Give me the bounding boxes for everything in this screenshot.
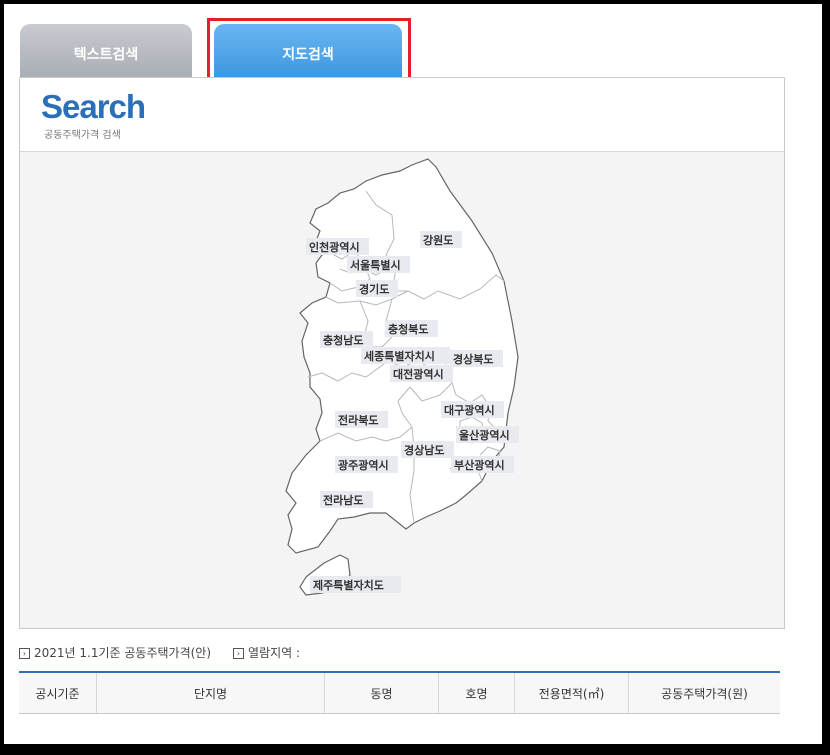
- svg-text:충청북도: 충청북도: [388, 322, 428, 336]
- svg-text:대전광역시: 대전광역시: [393, 367, 444, 381]
- svg-text:경기도: 경기도: [359, 282, 389, 296]
- region-gwangju[interactable]: 광주광역시: [335, 456, 398, 473]
- svg-text:서울특별시: 서울특별시: [350, 258, 401, 272]
- col-area: 전용면적(㎡): [515, 673, 629, 713]
- svg-text:경상북도: 경상북도: [453, 352, 493, 366]
- area-info: › 열람지역 :: [233, 644, 300, 661]
- region-chungnam[interactable]: 충청남도: [320, 331, 373, 348]
- col-building: 동명: [325, 673, 439, 713]
- region-incheon[interactable]: 인천광역시: [306, 238, 369, 255]
- region-jeonnam[interactable]: 전라남도: [320, 491, 373, 508]
- region-gangwon[interactable]: 강원도: [420, 231, 462, 248]
- region-jeju[interactable]: 제주특별자치도: [310, 576, 401, 593]
- svg-text:광주광역시: 광주광역시: [338, 458, 389, 472]
- region-busan[interactable]: 부산광역시: [451, 456, 514, 473]
- basis-text: 2021년 1.1기준 공동주택가격(안): [34, 646, 212, 660]
- svg-text:경상남도: 경상남도: [404, 443, 444, 457]
- region-chungbuk[interactable]: 충청북도: [385, 320, 438, 337]
- search-logo: Search: [41, 88, 146, 125]
- svg-text:전라북도: 전라북도: [338, 413, 378, 427]
- region-gyeongbuk[interactable]: 경상북도: [450, 350, 503, 367]
- basis-info: › 2021년 1.1기준 공동주택가격(안): [19, 644, 211, 661]
- region-ulsan[interactable]: 울산광역시: [456, 426, 519, 443]
- region-seoul[interactable]: 서울특별시: [347, 256, 410, 273]
- arrow-box-icon: ›: [19, 648, 30, 659]
- svg-text:부산광역시: 부산광역시: [454, 458, 505, 472]
- svg-text:대구광역시: 대구광역시: [444, 403, 495, 417]
- svg-text:전라남도: 전라남도: [323, 493, 363, 507]
- region-gyeonggi[interactable]: 경기도: [356, 280, 398, 297]
- svg-text:인천광역시: 인천광역시: [309, 240, 360, 254]
- col-complex: 단지명: [97, 673, 325, 713]
- svg-text:충청남도: 충청남도: [323, 333, 363, 347]
- korea-map: 인천광역시 서울특별시 강원도 경기도 충청북도 충청남도 세종특별자치시 경상…: [285, 158, 519, 596]
- svg-text:세종특별자치시: 세종특별자치시: [364, 349, 435, 363]
- area-label: 열람지역 :: [248, 646, 301, 660]
- col-price: 공동주택가격(원): [661, 686, 748, 701]
- tab-text-search[interactable]: 텍스트검색: [20, 24, 192, 78]
- col-basis: 공시기준: [19, 673, 97, 713]
- region-daejeon[interactable]: 대전광역시: [390, 365, 453, 382]
- page-frame: 텍스트검색 지도검색 Search 공동주택가격 검색 인천광역시 서울특별시 …: [4, 4, 822, 744]
- col-unit: 호명: [439, 673, 515, 713]
- info-bar: › 2021년 1.1기준 공동주택가격(안) › 열람지역 :: [19, 644, 300, 661]
- svg-text:제주특별자치도: 제주특별자치도: [313, 578, 384, 592]
- region-daegu[interactable]: 대구광역시: [441, 401, 504, 418]
- svg-text:울산광역시: 울산광역시: [459, 428, 510, 442]
- panel-header: Search 공동주택가격 검색: [20, 78, 784, 152]
- arrow-box-icon: ›: [233, 648, 245, 659]
- region-jeonbuk[interactable]: 전라북도: [335, 411, 388, 428]
- result-table-header: 공시기준 단지명 동명 호명 전용면적(㎡) 공동주택가격(원): [19, 671, 780, 714]
- region-gyeongnam[interactable]: 경상남도: [401, 441, 454, 458]
- search-subtitle: 공동주택가격 검색: [44, 130, 121, 141]
- map-panel: Search 공동주택가격 검색 인천광역시 서울특별시 강원도 경기도 충청북…: [19, 77, 785, 629]
- svg-text:강원도: 강원도: [423, 233, 453, 247]
- region-sejong[interactable]: 세종특별자치시: [361, 347, 450, 364]
